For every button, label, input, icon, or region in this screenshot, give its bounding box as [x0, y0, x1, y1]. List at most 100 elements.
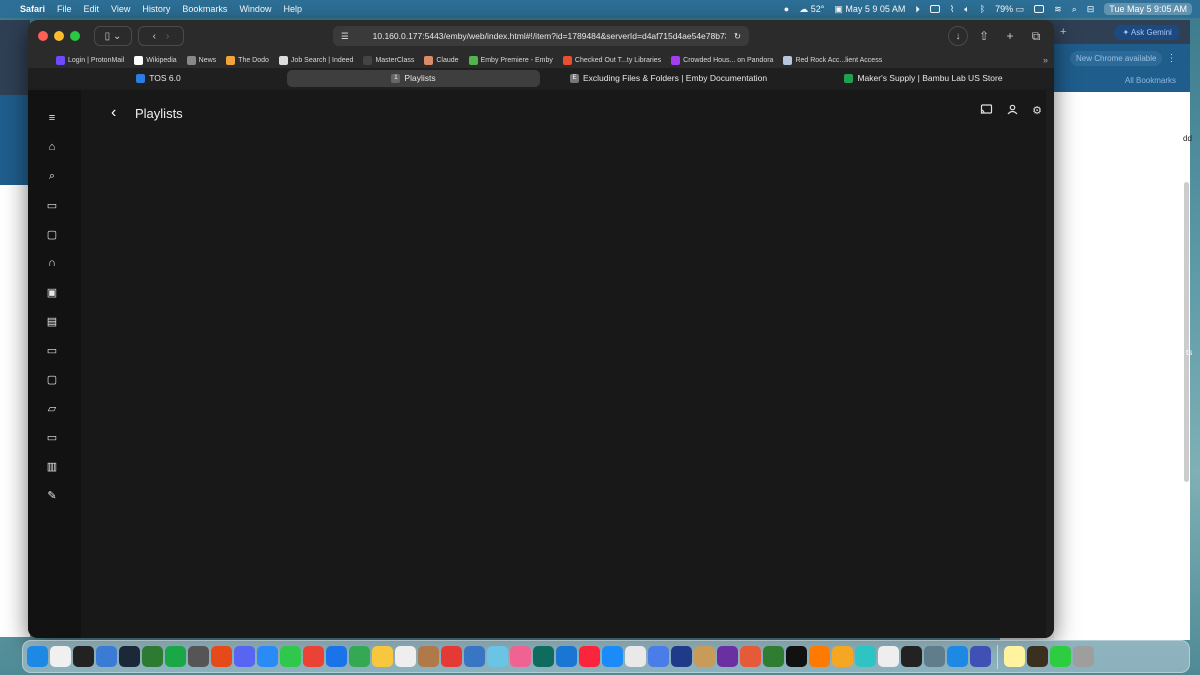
- dock-app-icon[interactable]: [924, 646, 945, 667]
- screen-mirror-icon[interactable]: [1034, 5, 1045, 13]
- browser-tab[interactable]: E Excluding Files & Folders | Emby Docume…: [542, 70, 795, 87]
- dock-app-icon[interactable]: [257, 646, 278, 667]
- menu-history[interactable]: History: [142, 4, 170, 14]
- favorites-overflow-icon[interactable]: »: [1043, 55, 1048, 65]
- menu-edit[interactable]: Edit: [84, 4, 100, 14]
- dock-app-icon[interactable]: [211, 646, 232, 667]
- favorite-item[interactable]: News: [186, 55, 216, 65]
- menu-view[interactable]: View: [111, 4, 130, 14]
- favorite-item[interactable]: Checked Out T...ty Libraries: [562, 55, 661, 65]
- spotlight-icon[interactable]: ⌕: [1072, 4, 1077, 15]
- page-settings-icon[interactable]: ☰: [341, 31, 349, 42]
- dock-app-icon[interactable]: [717, 646, 738, 667]
- keyboard-icon[interactable]: [929, 5, 940, 13]
- address-bar[interactable]: ☰ 10.160.0.177:5443/emby/web/index.html#…: [333, 26, 749, 46]
- dock-app-icon[interactable]: [671, 646, 692, 667]
- dock-app-icon[interactable]: [556, 646, 577, 667]
- browser-tab[interactable]: Maker's Supply | Bambu Lab US Store: [797, 70, 1050, 87]
- favorite-item[interactable]: The Dodo: [226, 55, 269, 65]
- dock-app-icon[interactable]: [280, 646, 301, 667]
- play-icon[interactable]: ⏵: [915, 4, 920, 15]
- favorite-item[interactable]: MasterClass: [363, 55, 414, 65]
- dock-app-icon[interactable]: [901, 646, 922, 667]
- dock-app-icon[interactable]: [395, 646, 416, 667]
- gear-icon[interactable]: ⚙: [1032, 104, 1042, 118]
- menu-help[interactable]: Help: [283, 4, 302, 14]
- dock-app-icon[interactable]: [1004, 646, 1025, 667]
- menu-window[interactable]: Window: [239, 4, 271, 14]
- home-icon[interactable]: ⌂: [46, 141, 58, 153]
- dock-app-icon[interactable]: [188, 646, 209, 667]
- live-tv-icon[interactable]: ▣: [46, 286, 58, 299]
- dock-app-icon[interactable]: [349, 646, 370, 667]
- chrome-scrollbar[interactable]: [1184, 182, 1189, 482]
- wifi-icon[interactable]: ≋: [1054, 4, 1062, 15]
- dock-app-icon[interactable]: [73, 646, 94, 667]
- book-icon[interactable]: ▥: [46, 460, 58, 473]
- menu-bookmarks[interactable]: Bookmarks: [182, 4, 227, 14]
- favorite-item[interactable]: Login | ProtonMail: [56, 55, 124, 65]
- dock-app-icon[interactable]: [648, 646, 669, 667]
- dock-app-icon[interactable]: [464, 646, 485, 667]
- browser-tab[interactable]: TOS 6.0: [32, 70, 285, 87]
- fullscreen-window-button[interactable]: [70, 31, 80, 41]
- dock-app-icon[interactable]: [441, 646, 462, 667]
- menu-file[interactable]: File: [57, 4, 72, 14]
- menu-app-name[interactable]: Safari: [20, 4, 45, 14]
- dock-app-icon[interactable]: [234, 646, 255, 667]
- dock-app-icon[interactable]: [303, 646, 324, 667]
- favorite-item[interactable]: Claude: [424, 55, 459, 65]
- downloads-icon[interactable]: ↓: [948, 26, 968, 46]
- weather-widget[interactable]: ☁ 52°: [799, 4, 824, 15]
- dock-app-icon[interactable]: [510, 646, 531, 667]
- dock-app-icon[interactable]: [1050, 646, 1071, 667]
- trash-icon[interactable]: [1073, 646, 1094, 667]
- dock-app-icon[interactable]: [326, 646, 347, 667]
- movies-icon[interactable]: ▭: [46, 199, 58, 212]
- minimize-window-button[interactable]: [54, 31, 64, 41]
- dock-app-icon[interactable]: [1027, 646, 1048, 667]
- dock-app-icon[interactable]: [763, 646, 784, 667]
- dock-app-icon[interactable]: [625, 646, 646, 667]
- more-icon[interactable]: ⋮: [1166, 53, 1176, 64]
- dock-app-icon[interactable]: [786, 646, 807, 667]
- favorite-item[interactable]: Red Rock Acc...lient Access: [783, 55, 882, 65]
- cast-icon[interactable]: [980, 104, 993, 118]
- clock[interactable]: Tue May 5 9:05 AM: [1104, 3, 1192, 15]
- dock-app-icon[interactable]: [418, 646, 439, 667]
- favorite-item[interactable]: Emby Premiere - Emby: [468, 55, 553, 65]
- tv-icon[interactable]: ▢: [46, 373, 58, 386]
- folder-list-icon[interactable]: ▤: [46, 315, 58, 328]
- share-icon[interactable]: ⇧: [974, 26, 994, 46]
- folder-icon[interactable]: ▱: [46, 402, 58, 415]
- calendar-event[interactable]: ▣ May 5 9 05 AM: [834, 4, 905, 15]
- browser-tab[interactable]: 1 Playlists: [287, 69, 540, 87]
- new-tab-icon[interactable]: +: [1060, 26, 1066, 38]
- movies-icon[interactable]: ▭: [46, 344, 58, 357]
- dock-app-icon[interactable]: [96, 646, 117, 667]
- dock-app-icon[interactable]: [832, 646, 853, 667]
- new-tab-icon[interactable]: +: [1000, 26, 1020, 46]
- user-icon[interactable]: [1007, 104, 1018, 118]
- dock-app-icon[interactable]: [970, 646, 991, 667]
- control-center-icon[interactable]: ⊟: [1087, 4, 1095, 15]
- dock-app-icon[interactable]: [142, 646, 163, 667]
- dock-app-icon[interactable]: [165, 646, 186, 667]
- search-icon[interactable]: ⌕: [46, 170, 58, 182]
- headphones-icon[interactable]: ∩: [46, 257, 58, 269]
- battery-widget[interactable]: 79% ▭: [995, 4, 1024, 15]
- tab-overview-icon[interactable]: ⧉: [1026, 26, 1046, 46]
- reload-icon[interactable]: ↻: [734, 31, 741, 42]
- movies-icon[interactable]: ▭: [46, 431, 58, 444]
- bluetooth-icon[interactable]: ᛒ: [980, 4, 985, 14]
- dock-app-icon[interactable]: [694, 646, 715, 667]
- dock-app-icon[interactable]: [878, 646, 899, 667]
- dock-app-icon[interactable]: [602, 646, 623, 667]
- dock-app-icon[interactable]: [27, 646, 48, 667]
- favorite-item[interactable]: Wikipedia: [134, 55, 177, 65]
- volume-icon[interactable]: 🔈︎: [964, 4, 969, 15]
- forward-nav-button[interactable]: ›: [166, 31, 169, 42]
- close-window-button[interactable]: [38, 31, 48, 41]
- dock-app-icon[interactable]: [855, 646, 876, 667]
- back-nav-button[interactable]: ‹: [153, 31, 156, 42]
